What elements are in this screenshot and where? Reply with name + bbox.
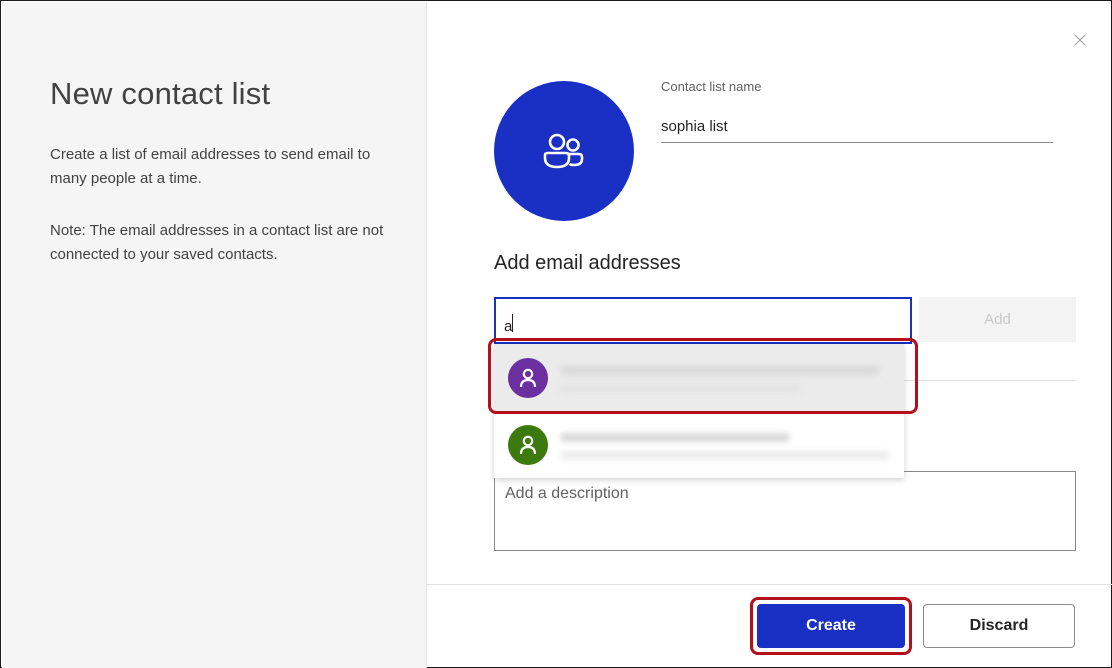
suggestion-item[interactable] (494, 344, 904, 411)
dialog-note: Note: The email addresses in a contact l… (50, 222, 384, 263)
suggestion-dropdown (494, 344, 904, 478)
description-input[interactable]: Add a description (494, 471, 1076, 551)
email-address-input[interactable] (494, 297, 912, 344)
dialog-description: Create a list of email addresses to send… (50, 146, 371, 187)
person-icon (519, 435, 537, 454)
blurred-contact-name (560, 366, 880, 375)
contact-avatar (508, 424, 548, 465)
people-group-icon (543, 133, 584, 169)
text-caret (512, 314, 513, 332)
blurred-contact-name (560, 433, 790, 442)
add-email-heading: Add email addresses (494, 252, 681, 274)
dialog: New contact list Create a list of email … (0, 0, 1112, 668)
discard-button[interactable]: Discard (923, 604, 1075, 648)
blurred-contact-email (560, 384, 800, 393)
info-panel: New contact list Create a list of email … (2, 2, 427, 668)
blurred-contact-email (560, 451, 890, 460)
footer-divider (427, 584, 1112, 585)
create-button[interactable]: Create (757, 604, 905, 648)
group-avatar[interactable] (494, 81, 634, 221)
person-icon (519, 368, 537, 387)
dialog-title: New contact list (50, 76, 271, 111)
contact-list-name-label: Contact list name (661, 79, 762, 94)
suggestion-item[interactable] (494, 411, 904, 478)
contact-list-name-input[interactable] (661, 111, 1053, 143)
list-divider (904, 380, 1076, 381)
contact-avatar (508, 357, 548, 398)
add-email-button[interactable]: Add (919, 297, 1076, 342)
close-button[interactable] (1071, 31, 1089, 49)
close-icon (1074, 34, 1086, 46)
